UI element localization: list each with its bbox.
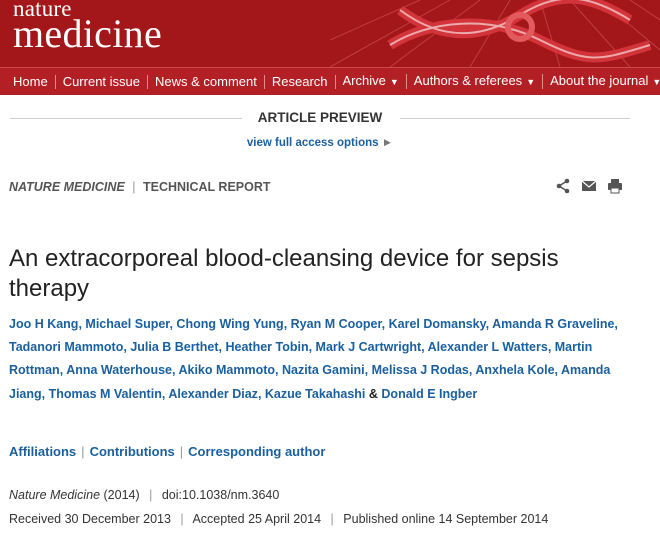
author-link[interactable]: Donald E Ingber: [381, 387, 477, 401]
logo-medicine: medicine: [13, 11, 163, 56]
main-nav: Home Current issue News & comment Resear…: [0, 67, 660, 95]
author-link[interactable]: Kazue Takahashi: [265, 387, 366, 401]
chevron-down-icon: ▼: [526, 77, 536, 87]
author-link[interactable]: Tadanori Mammoto: [9, 340, 123, 354]
author-link[interactable]: Alexander Diaz: [168, 387, 258, 401]
header-ribbon-artwork: [330, 0, 660, 67]
chevron-down-icon: ▼: [652, 77, 660, 87]
separator: |: [180, 512, 184, 526]
divider: [400, 118, 630, 119]
separator: |: [179, 444, 184, 459]
publication-dates: Received 30 December 2013 | Accepted 25 …: [9, 512, 548, 526]
published-date: 14 September 2014: [438, 512, 549, 526]
received-date: 30 December 2013: [64, 512, 171, 526]
author-link[interactable]: Heather Tobin: [225, 340, 308, 354]
author-list: Joo H Kang, Michael Super, Chong Wing Yu…: [9, 317, 618, 401]
article-preview-banner: ARTICLE PREVIEW: [10, 108, 630, 128]
author-link[interactable]: Michael Super: [85, 317, 169, 331]
nav-archive[interactable]: Archive ▼: [336, 74, 407, 89]
citation-doi: doi:10.1038/nm.3640: [161, 488, 280, 502]
print-icon[interactable]: [607, 178, 623, 194]
nav-home-label: Home: [13, 73, 48, 89]
author-link[interactable]: Amanda R Graveline: [492, 317, 614, 331]
citation-line: Nature Medicine (2014) | doi:10.1038/nm.…: [9, 488, 279, 502]
journal-name: NATURE MEDICINE: [9, 180, 125, 194]
author-link[interactable]: Karel Domansky: [389, 317, 486, 331]
chevron-down-icon: ▼: [389, 77, 399, 87]
author-link[interactable]: Chong Wing Yung: [176, 317, 283, 331]
site-header: nature medicine: [0, 0, 660, 67]
nav-news-label: News & comment: [155, 73, 257, 89]
article-type: TECHNICAL REPORT: [142, 180, 271, 194]
author-link[interactable]: Alexander L Watters: [428, 340, 548, 354]
received-label: Received: [9, 512, 62, 526]
nav-about-journal[interactable]: About the journal ▼: [543, 74, 660, 89]
separator: |: [330, 512, 334, 526]
author-link[interactable]: Nazita Gamini: [282, 363, 365, 377]
author-link[interactable]: Melissa J Rodas: [372, 363, 469, 377]
author-link[interactable]: Thomas M Valentin: [49, 387, 162, 401]
article-category-line: NATURE MEDICINE | TECHNICAL REPORT: [9, 180, 271, 194]
ampersand: &: [368, 386, 378, 401]
accepted-date: 25 April 2014: [248, 512, 322, 526]
article-info-links: Affiliations | Contributions | Corresponding…: [9, 444, 325, 459]
article-tools: [555, 178, 623, 194]
nav-research-label: Research: [271, 73, 328, 89]
author-link[interactable]: Anna Waterhouse: [66, 363, 172, 377]
nav-current-issue-label: Current issue: [62, 73, 140, 89]
affiliations-link[interactable]: Affiliations: [9, 444, 76, 459]
author-link[interactable]: Akiko Mammoto: [178, 363, 275, 377]
citation-year: (2014): [103, 488, 140, 502]
author-link[interactable]: Ryan M Cooper: [291, 317, 382, 331]
nav-home[interactable]: Home: [0, 73, 56, 89]
nav-authors-label: Authors & referees: [413, 73, 523, 88]
separator: |: [149, 488, 153, 502]
nav-archive-label: Archive: [342, 73, 386, 88]
arrow-right-icon: ►: [381, 137, 394, 149]
nav-authors-referees[interactable]: Authors & referees ▼: [407, 73, 544, 89]
nav-news-comment[interactable]: News & comment: [148, 73, 265, 89]
share-icon[interactable]: [555, 178, 571, 194]
separator: |: [81, 444, 85, 459]
nav-about-label: About the journal: [550, 73, 649, 88]
article-title: An extracorporeal blood-cleansing device…: [9, 245, 559, 303]
view-access-options-link[interactable]: view full access options ►: [0, 137, 640, 149]
author-link[interactable]: Anxhela Kole: [475, 363, 554, 377]
journal-logo[interactable]: nature medicine: [13, 0, 162, 54]
nav-research[interactable]: Research: [265, 73, 336, 89]
nav-current-issue[interactable]: Current issue: [56, 73, 148, 89]
author-link[interactable]: Mark J Cartwright: [316, 340, 422, 354]
view-access-label: view full access options: [246, 137, 379, 149]
email-icon[interactable]: [581, 178, 597, 194]
accepted-label: Accepted: [192, 512, 245, 526]
contributions-link[interactable]: Contributions: [90, 444, 175, 459]
author-link[interactable]: Julia B Berthet: [130, 340, 218, 354]
published-label: Published online: [343, 512, 436, 526]
citation-journal: Nature Medicine: [9, 488, 101, 502]
separator: |: [132, 180, 136, 194]
author-link[interactable]: Joo H Kang: [9, 317, 78, 331]
corresponding-author-link[interactable]: Corresponding author: [188, 444, 325, 459]
